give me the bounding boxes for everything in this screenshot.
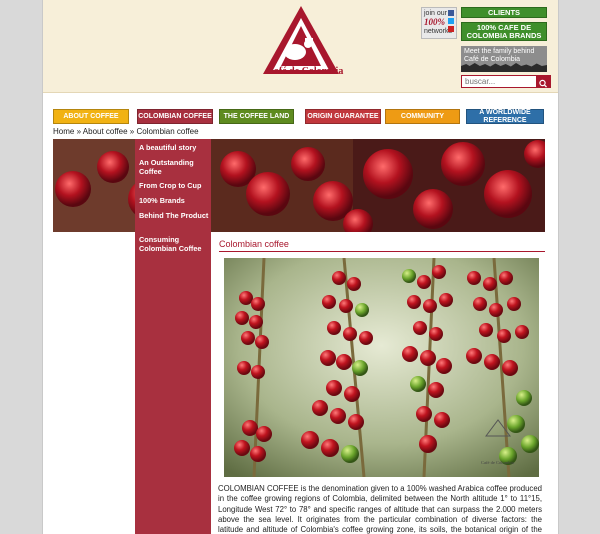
breadcrumb[interactable]: Home » About coffee » Colombian coffee (53, 127, 199, 136)
facebook-icon[interactable] (448, 10, 454, 16)
site-header: Café de Colombia join our 100% networks … (43, 0, 558, 93)
nav-colombian-coffee[interactable]: COLOMBIAN COFFEE (137, 109, 213, 124)
logo-text: Café de Colombia (266, 66, 344, 77)
join-networks-badge[interactable]: join our 100% networks (421, 7, 457, 39)
search-input[interactable] (463, 76, 539, 87)
sidebar-item-100-brands[interactable]: 100% Brands (139, 196, 211, 206)
nav-about-coffee[interactable]: ABOUT COFFEE (53, 109, 129, 124)
title-divider (219, 251, 545, 252)
join-number: 100% (424, 17, 445, 27)
meet-family-label: Meet the family behind Café de Colombia (464, 48, 535, 63)
sidebar-menu: A beautiful story An Outstanding Coffee … (135, 139, 211, 534)
brands-button[interactable]: 100% CAFE DE COLOMBIA BRANDS (461, 22, 547, 41)
nav-worldwide-reference[interactable]: A WORLDWIDE REFERENCE (466, 109, 544, 124)
twitter-icon[interactable] (448, 18, 454, 24)
nav-community[interactable]: COMMUNITY (385, 109, 460, 124)
sidebar-item-outstanding-coffee[interactable]: An Outstanding Coffee (139, 158, 211, 176)
search-icon (539, 79, 547, 88)
coffee-cherries-photo (224, 258, 539, 477)
coffee-cherries-banner (53, 139, 545, 232)
family-silhouette-icon (461, 63, 547, 72)
nav-coffee-land[interactable]: THE COFFEE LAND (219, 109, 294, 124)
sidebar-item-crop-to-cup[interactable]: From Crop to Cup (139, 181, 211, 191)
sidebar-item-behind-product[interactable]: Behind The Product (139, 211, 211, 221)
nav-origin-guarantee[interactable]: ORIGIN GUARANTEE (305, 109, 381, 124)
meet-family-banner[interactable]: Meet the family behind Café de Colombia (461, 46, 547, 72)
article-body: COLOMBIAN COFFEE is the denomination giv… (218, 484, 542, 534)
photo-watermark: Café de Colombia (481, 460, 514, 465)
search-box (461, 75, 551, 88)
search-button[interactable] (536, 76, 550, 88)
page: Café de Colombia join our 100% networks … (42, 0, 559, 534)
sidebar-item-beautiful-story[interactable]: A beautiful story (139, 143, 211, 153)
youtube-icon[interactable] (448, 26, 454, 32)
page-title: Colombian coffee (219, 239, 289, 249)
clients-button[interactable]: CLIENTS (461, 7, 547, 18)
join-label: join our (424, 10, 447, 17)
sidebar-item-consuming-coffee[interactable]: Consuming Colombian Coffee (139, 235, 211, 253)
